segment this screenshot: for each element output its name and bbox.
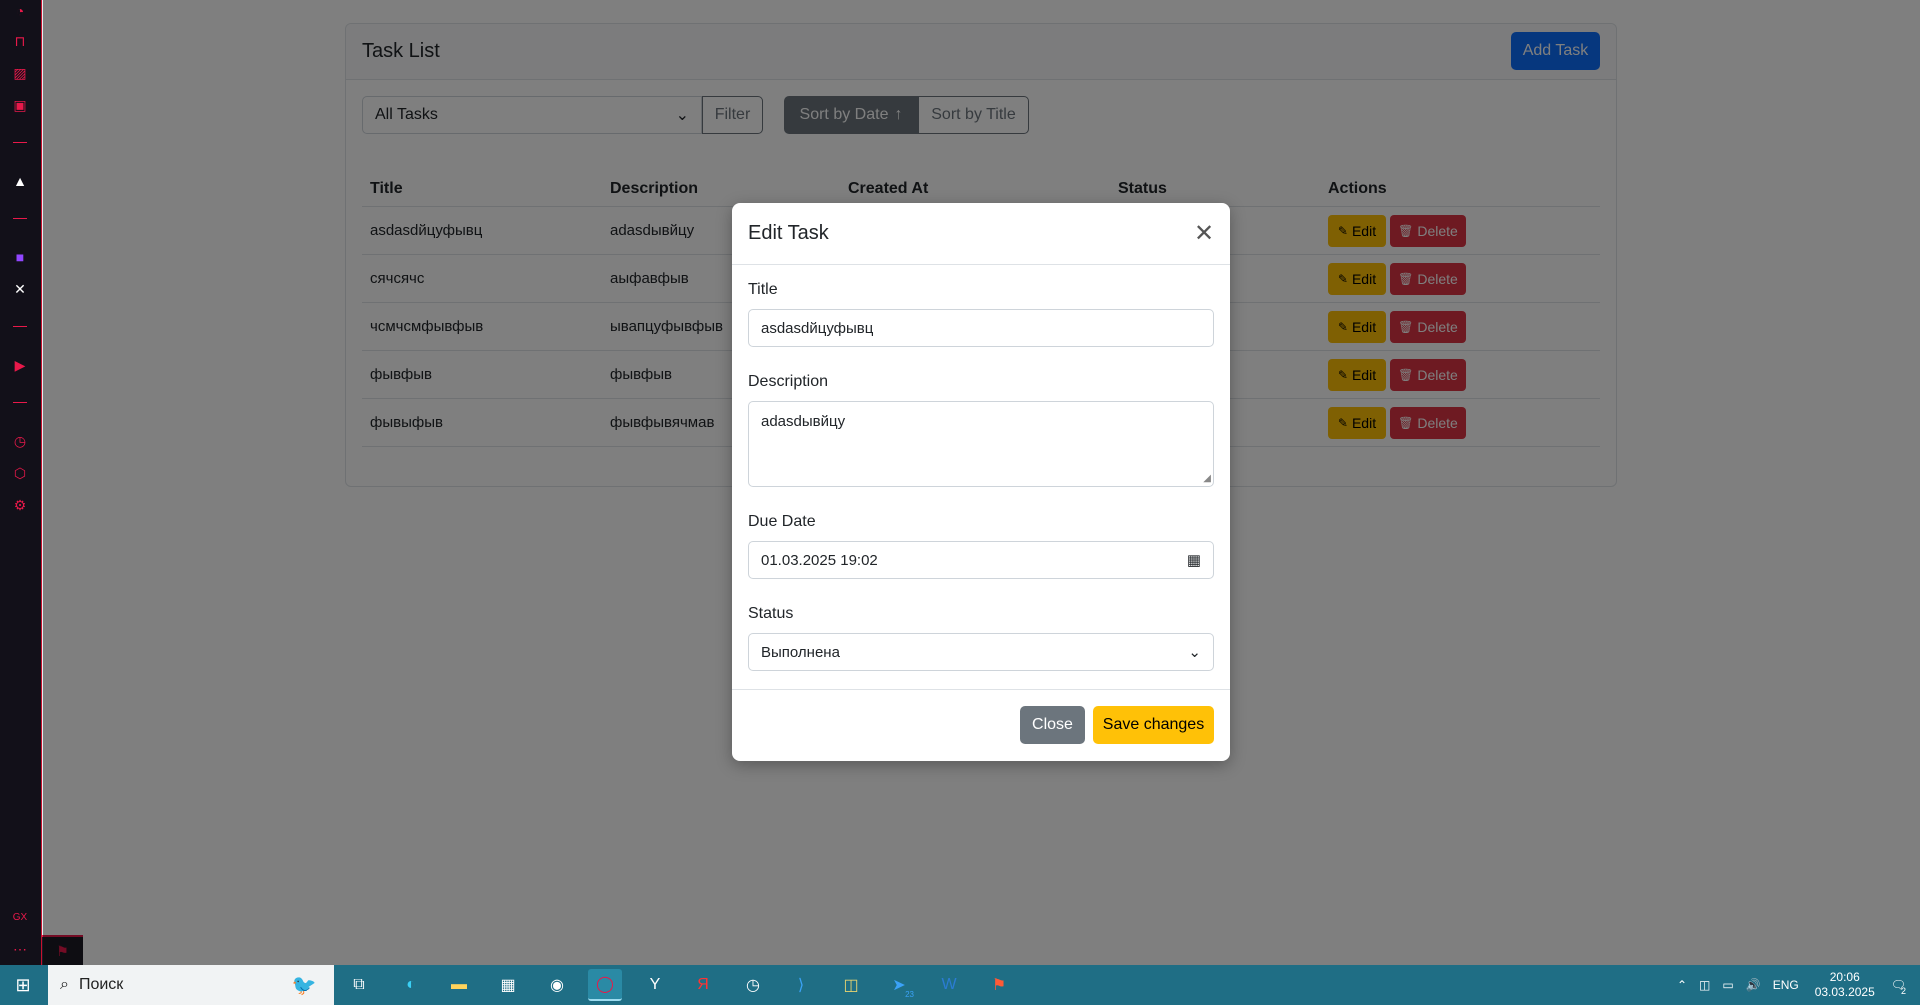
game-launcher-icon[interactable]: ◫: [834, 969, 868, 1001]
task-view-icon[interactable]: ⧉: [342, 969, 376, 1001]
windows-taskbar: ⊞ ⌕ Поиск 🐦 ⧉ ◐ ▬ ▦ ◉ ◯ Y Я ◷ ⟩ ◫ ➤ 23 W …: [0, 965, 1920, 1005]
close-icon[interactable]: ✕: [1192, 220, 1216, 247]
modal-footer: Close Save changes: [732, 689, 1230, 761]
save-changes-button[interactable]: Save changes: [1093, 706, 1214, 744]
notification-icon[interactable]: 🗨 2: [1891, 978, 1906, 996]
description-value: adasdывйцу: [761, 413, 846, 430]
aria-icon[interactable]: ▲: [9, 170, 31, 192]
sidebar-divider: [13, 142, 27, 143]
modal-title: Edit Task: [748, 222, 829, 244]
status-label: Status: [748, 605, 794, 622]
opera-gx-icon[interactable]: ◯: [588, 969, 622, 1001]
edit-task-modal: Edit Task ✕ Title asdasdйцуфывц Descript…: [732, 203, 1230, 761]
resize-grip-icon[interactable]: ◢: [1203, 473, 1211, 484]
more-icon[interactable]: ⋯: [9, 938, 31, 960]
file-explorer-icon[interactable]: ▬: [442, 969, 476, 1001]
search-placeholder: Поиск: [78, 976, 124, 993]
calendar-icon[interactable]: ▦: [1187, 551, 1201, 569]
volume-icon[interactable]: 🔊: [1746, 978, 1761, 992]
windows-start-icon[interactable]: ⊞: [0, 965, 46, 1005]
gx-logo-icon[interactable]: GX: [9, 906, 31, 928]
history-icon[interactable]: ◷: [9, 430, 31, 452]
clock-time: 20:06: [1829, 970, 1860, 984]
clock-app-icon[interactable]: ◷: [736, 969, 770, 1001]
description-label: Description: [748, 373, 829, 390]
title-label: Title: [748, 281, 778, 298]
due-date-label: Due Date: [748, 513, 816, 530]
gx-corner-icon[interactable]: ▨: [9, 62, 31, 84]
due-date-value: 01.03.2025 19:02: [761, 551, 878, 569]
extensions-icon[interactable]: ⬡: [9, 462, 31, 484]
search-icon: ⌕: [60, 976, 69, 993]
taskbar-search[interactable]: ⌕ Поиск 🐦: [48, 965, 334, 1005]
chevron-down-icon: ⌄: [1188, 644, 1201, 661]
status-value: Выполнена: [761, 643, 840, 661]
telegram-badge: 23: [905, 990, 914, 999]
due-date-input[interactable]: 01.03.2025 19:02 ▦: [748, 541, 1214, 579]
browser-sidebar: ◔ ⊓ ▨ ▣ ▲ ■ ✕ ▶ ◷ ⬡ ⚙ GX ⋯: [0, 0, 42, 965]
store-icon[interactable]: ▦: [491, 969, 525, 1001]
x-twitter-icon[interactable]: ✕: [9, 278, 31, 300]
sidebar-divider: [13, 402, 27, 403]
twitch-icon[interactable]: ■: [9, 246, 31, 268]
vscode-icon[interactable]: ⟩: [784, 969, 818, 1001]
gx-calendar-icon[interactable]: ▣: [9, 94, 31, 116]
camera-icon[interactable]: ◫: [1699, 978, 1710, 992]
title-input[interactable]: asdasdйцуфывц: [748, 309, 1214, 347]
status-select[interactable]: Выполнена ⌄: [748, 633, 1214, 671]
close-button[interactable]: Close: [1020, 706, 1085, 744]
system-tray: ⌃ ◫ ▭ 🔊 ENG 20:06 03.03.2025 🗨 2: [1671, 965, 1920, 1005]
steam-icon[interactable]: ◉: [540, 969, 574, 1001]
edge-icon[interactable]: ◐: [394, 969, 428, 1001]
word-icon[interactable]: W: [932, 969, 966, 1001]
language-indicator[interactable]: ENG: [1773, 978, 1799, 992]
chevron-up-icon[interactable]: ⌃: [1677, 978, 1687, 992]
telegram-icon[interactable]: ➤ 23: [882, 969, 916, 1001]
sidebar-divider: [13, 326, 27, 327]
taskbar-clock[interactable]: 20:06 03.03.2025: [1815, 970, 1875, 1000]
git-app-icon[interactable]: ⚑: [982, 969, 1016, 1001]
settings-icon[interactable]: ⚙: [9, 494, 31, 516]
yandex-browser-icon[interactable]: Y: [638, 969, 672, 1001]
gx-control-icon[interactable]: ⊓: [9, 30, 31, 52]
yandex-icon[interactable]: Я: [686, 969, 720, 1001]
clock-date: 03.03.2025: [1814, 985, 1875, 999]
network-icon[interactable]: ▭: [1722, 978, 1733, 992]
description-textarea[interactable]: adasdывйцу ◢: [748, 401, 1214, 487]
notification-count: 2: [1900, 986, 1906, 996]
player-icon[interactable]: ▶: [9, 354, 31, 376]
sidebar-divider: [13, 218, 27, 219]
modal-body: Title asdasdйцуфывц Description adasdывй…: [732, 265, 1230, 713]
modal-header: Edit Task ✕: [732, 203, 1230, 265]
search-highlight-image: 🐦: [291, 974, 317, 997]
speed-dial-icon[interactable]: ◔: [9, 0, 31, 22]
